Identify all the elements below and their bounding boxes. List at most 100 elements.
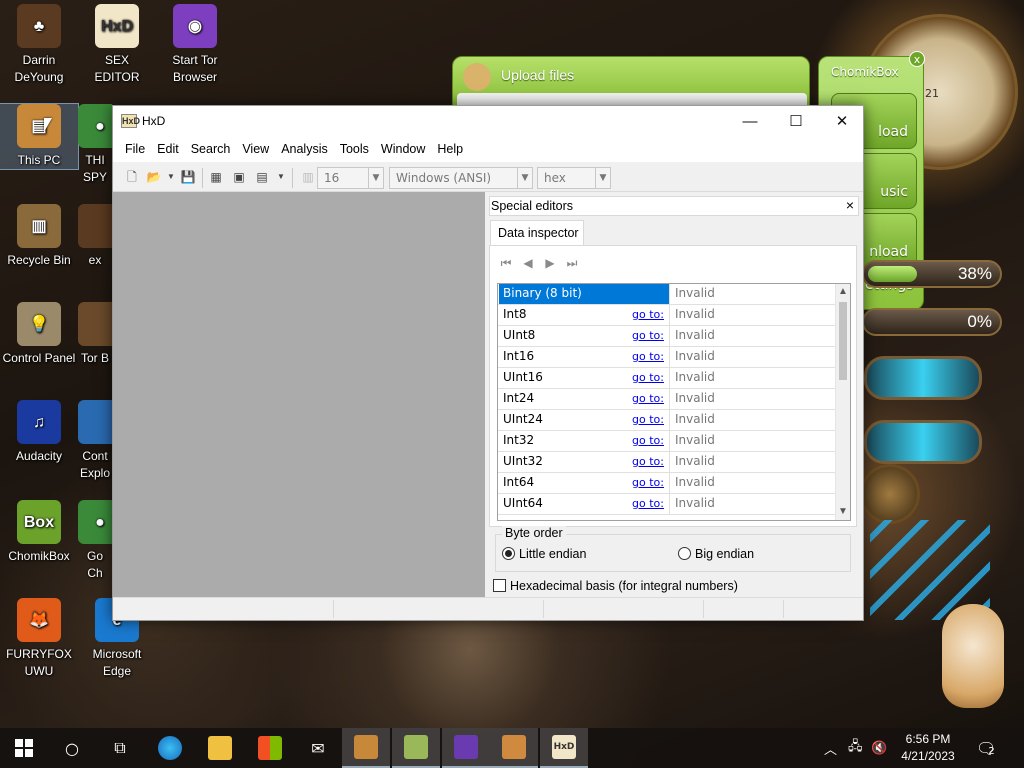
next-icon[interactable]: ▶ xyxy=(542,256,558,272)
chomikbox-close-button[interactable]: x xyxy=(909,51,925,67)
table-row[interactable]: Binary (8 bit) Invalid xyxy=(498,284,837,305)
close-button[interactable]: ✕ xyxy=(819,106,865,136)
special-editors-header: Special editors × xyxy=(489,196,859,216)
desktop-icon[interactable]: ▤ This PC xyxy=(0,103,79,170)
menu-analysis[interactable]: Analysis xyxy=(275,142,334,156)
save-icon[interactable]: 💾 xyxy=(180,169,196,185)
menu-tools[interactable]: Tools xyxy=(334,142,375,156)
status-bar xyxy=(113,597,863,620)
export-dropdown-icon[interactable]: ▼ xyxy=(273,169,289,185)
visual-studio-icon xyxy=(454,735,478,759)
taskbar-clock[interactable]: 6:56 PM 4/21/2023 xyxy=(888,731,968,765)
desktop-icon-label: Control Panel xyxy=(2,351,76,365)
menu-search[interactable]: Search xyxy=(185,142,237,156)
memory-icon[interactable]: ▣ xyxy=(231,169,247,185)
task-view-button[interactable]: ⧉ xyxy=(96,728,144,768)
go-to-link[interactable]: go to: xyxy=(632,413,664,426)
go-to-link[interactable]: go to: xyxy=(632,392,664,405)
notifications-button[interactable]: 🗨 2 xyxy=(976,728,996,768)
table-row[interactable]: UInt32 go to: Invalid xyxy=(498,452,837,473)
table-row[interactable]: UInt24 go to: Invalid xyxy=(498,410,837,431)
taskbar-hxd[interactable]: HxD xyxy=(540,728,588,768)
open-file-icon[interactable]: 📂 xyxy=(146,169,162,185)
little-endian-radio[interactable]: Little endian xyxy=(502,547,586,561)
last-icon[interactable]: ⏭ xyxy=(564,256,580,272)
tab-data-inspector[interactable]: Data inspector xyxy=(490,220,584,246)
go-to-link[interactable]: go to: xyxy=(632,329,664,342)
go-to-link[interactable]: go to: xyxy=(632,455,664,468)
scroll-thumb[interactable] xyxy=(839,302,847,380)
table-row[interactable]: Int24 go to: Invalid xyxy=(498,389,837,410)
menu-file[interactable]: File xyxy=(119,142,151,156)
network-icon[interactable]: 🖧 xyxy=(848,728,863,768)
taskbar-edge[interactable] xyxy=(146,728,194,768)
desktop-icon[interactable]: ♫ Audacity xyxy=(0,400,78,465)
scroll-down-icon[interactable]: ▼ xyxy=(838,506,848,517)
table-row[interactable]: Int8 go to: Invalid xyxy=(498,305,837,326)
maximize-button[interactable]: ☐ xyxy=(773,106,819,136)
go-to-link[interactable]: go to: xyxy=(632,371,664,384)
open-dropdown-icon[interactable]: ▼ xyxy=(163,169,179,185)
big-endian-radio[interactable]: Big endian xyxy=(678,547,754,561)
taskbar-store[interactable] xyxy=(246,728,294,768)
desktop-icon[interactable]: 🦊 FURRYFOX UWU xyxy=(0,598,78,680)
desktop-icon[interactable]: ● THI SPY xyxy=(78,104,112,186)
desktop-icon-label: EDITOR xyxy=(94,70,140,84)
start-button[interactable] xyxy=(0,728,48,768)
go-to-link[interactable]: go to: xyxy=(632,308,664,321)
volume-muted-icon[interactable]: 🔇 xyxy=(871,728,887,768)
charset-combo[interactable]: Windows (ANSI) ▼ xyxy=(389,167,533,189)
table-row[interactable]: UInt64 go to: Invalid xyxy=(498,494,837,515)
app-icon: ● xyxy=(78,500,112,544)
minimize-button[interactable]: — xyxy=(727,106,773,136)
taskbar-app-1[interactable] xyxy=(342,728,390,768)
desktop-icon[interactable]: 💡 Control Panel xyxy=(0,302,78,367)
desktop-icon[interactable]: Tor B xyxy=(78,302,112,367)
menu-window[interactable]: Window xyxy=(375,142,431,156)
go-to-link[interactable]: go to: xyxy=(632,434,664,447)
hex-editor-area[interactable] xyxy=(113,192,485,597)
desktop-icon[interactable]: ♣ Darrin DeYoung xyxy=(0,4,78,86)
columns-combo[interactable]: 16 ▼ xyxy=(317,167,384,189)
desktop-icon[interactable]: Cont Explo xyxy=(78,400,112,482)
taskbar-uploader[interactable] xyxy=(490,728,538,768)
desktop-icon[interactable]: Box ChomikBox xyxy=(0,500,78,565)
desktop-icon[interactable]: HxD SEX EDITOR xyxy=(78,4,156,86)
export-icon[interactable]: ▤ xyxy=(254,169,270,185)
desktop-icon[interactable]: ◉ Start Tor Browser xyxy=(156,4,234,86)
search-button[interactable]: ○ xyxy=(48,728,96,768)
desktop-icon[interactable]: ex xyxy=(78,204,112,269)
grid-scrollbar[interactable]: ▲ ▼ xyxy=(835,284,850,520)
scroll-up-icon[interactable]: ▲ xyxy=(838,286,848,297)
desktop-icon[interactable]: ▥ Recycle Bin xyxy=(0,204,78,269)
taskbar-mail[interactable]: ✉ xyxy=(294,728,342,768)
close-panel-icon[interactable]: × xyxy=(846,197,854,213)
go-to-link[interactable]: go to: xyxy=(632,476,664,489)
taskbar-visual-studio[interactable] xyxy=(442,728,490,768)
new-file-icon[interactable]: 🗋 xyxy=(124,169,140,185)
show-hidden-icons-button[interactable]: ︿ xyxy=(824,728,837,768)
disk-icon[interactable]: ▦ xyxy=(208,169,224,185)
base-combo[interactable]: hex ▼ xyxy=(537,167,611,189)
table-row[interactable]: Int32 go to: Invalid xyxy=(498,431,837,452)
chomikbox-icon xyxy=(404,735,428,759)
menu-help[interactable]: Help xyxy=(431,142,469,156)
hex-basis-checkbox[interactable]: Hexadecimal basis (for integral numbers) xyxy=(493,579,738,593)
taskbar-file-explorer[interactable] xyxy=(196,728,244,768)
desktop-icon[interactable]: ● Go Ch xyxy=(78,500,112,582)
hxd-titlebar[interactable]: HxD HxD — ☐ ✕ xyxy=(113,106,863,136)
table-row[interactable]: Int16 go to: Invalid xyxy=(498,347,837,368)
menu-view[interactable]: View xyxy=(236,142,275,156)
previous-icon[interactable]: ◀ xyxy=(520,256,536,272)
mail-icon: ✉ xyxy=(311,738,325,758)
base-value: hex xyxy=(544,171,566,185)
go-to-link[interactable]: go to: xyxy=(632,497,664,510)
table-row[interactable]: Int64 go to: Invalid xyxy=(498,473,837,494)
menu-edit[interactable]: Edit xyxy=(151,142,185,156)
taskbar-chomikbox[interactable] xyxy=(392,728,440,768)
desktop-icon-label: Cont xyxy=(82,449,108,463)
go-to-link[interactable]: go to: xyxy=(632,350,664,363)
table-row[interactable]: UInt8 go to: Invalid xyxy=(498,326,837,347)
table-row[interactable]: UInt16 go to: Invalid xyxy=(498,368,837,389)
first-icon[interactable]: ⏮ xyxy=(498,256,514,272)
